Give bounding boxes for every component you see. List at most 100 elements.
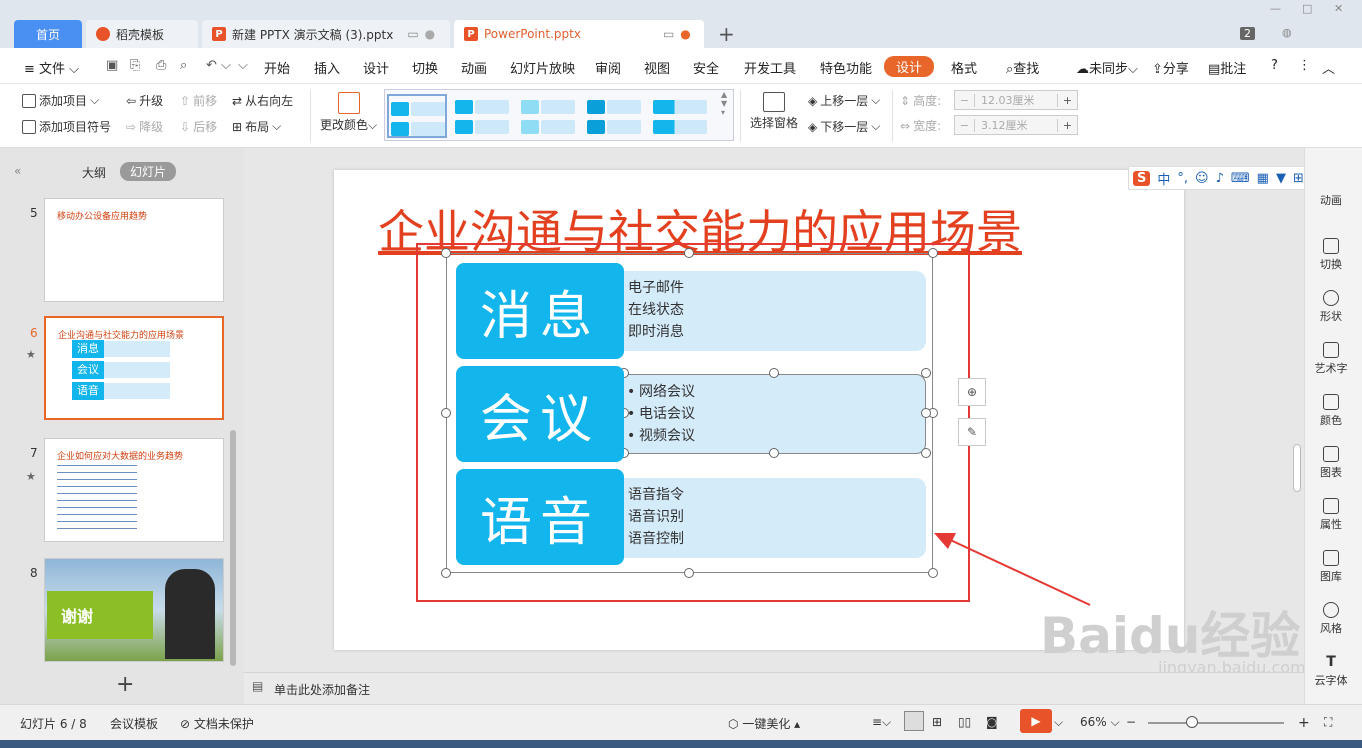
resize-handle[interactable] [928,248,938,258]
zoom-out-icon[interactable]: − [1126,715,1136,729]
monitor-icon[interactable]: ▭ [663,27,674,41]
style-option-1[interactable] [387,94,447,138]
category-box[interactable]: 语音 [456,469,624,565]
resize-handle[interactable] [441,408,451,418]
pane-wordart[interactable]: 艺术字 [1305,342,1357,376]
pane-cloud-font[interactable]: T 云字体 [1305,654,1357,688]
style-option-4[interactable] [585,94,645,138]
reading-view-icon[interactable]: ▯▯ [958,715,971,729]
more-icon[interactable]: ⋮ [1298,58,1311,73]
slide-thumb-7[interactable]: 企业如何应对大数据的业务趋势 [44,438,224,542]
tab-docer-templates[interactable]: 稻壳模板 [86,20,198,48]
normal-view-icon[interactable] [904,711,924,731]
menu-features[interactable]: 特色功能 [820,58,872,77]
menu-slideshow[interactable]: 幻灯片放映 [510,58,575,77]
emoji-icon[interactable]: ☺ [1195,171,1209,186]
list-item-box[interactable]: 电子邮件 在线状态 即时消息 [610,271,926,351]
tab-new-pptx[interactable]: P 新建 PPTX 演示文稿 (3).pptx ▭ ● [202,20,450,48]
fit-window-icon[interactable]: ⛶ [1324,715,1332,730]
style-option-2[interactable] [453,94,513,138]
width-value[interactable]: 3.12厘米 [975,117,1057,133]
resize-handle[interactable] [684,248,694,258]
width-decrement[interactable]: − [955,118,975,132]
sorter-view-icon[interactable]: ⊞ [932,715,942,729]
bring-forward-button[interactable]: ◈ 上移一层 ⌵ [808,92,880,109]
beautify-button[interactable]: ⬡ 一键美化 ▴ [728,715,800,732]
collapse-ribbon-icon[interactable]: ︿ [1322,58,1335,77]
width-stepper[interactable]: −3.12厘米 + [954,115,1078,135]
add-slide-icon[interactable]: + [116,672,134,697]
tab-close-dot-icon[interactable]: ● [425,27,435,41]
window-count-badge[interactable]: 2 [1240,27,1255,40]
menu-home[interactable]: 开始 [264,58,290,77]
style-option-3[interactable] [519,94,579,138]
tab-outline[interactable]: 大纲 [82,164,106,181]
export-icon[interactable]: ⎘ [130,58,140,73]
menu-insert[interactable]: 插入 [314,58,340,77]
presenter-view-icon[interactable]: ◙ [986,715,998,729]
pane-color[interactable]: 颜色 [1305,394,1357,428]
width-increment[interactable]: + [1057,118,1077,132]
menu-animation[interactable]: 动画 [461,58,487,77]
template-name[interactable]: 会议模板 [110,715,158,732]
help-button[interactable]: ? [1271,58,1278,73]
zoom-level[interactable]: 66% ⌵ [1080,715,1120,730]
pane-chart[interactable]: 图表 [1305,446,1357,480]
pane-style[interactable]: 风格 [1305,602,1357,636]
resize-handle[interactable] [921,408,931,418]
gallery-scroll-icon[interactable]: ▲ ▼ ▾ [721,90,731,140]
menu-security[interactable]: 安全 [693,58,719,77]
height-decrement[interactable]: − [955,93,975,107]
toolbox-icon[interactable]: ▦ [1257,171,1269,186]
resize-handle[interactable] [921,448,931,458]
menu-view[interactable]: 视图 [644,58,670,77]
pane-shapes[interactable]: 形状 [1305,290,1357,324]
avatar-icon[interactable]: ◍ [1282,26,1292,39]
unsaved-dot-icon[interactable]: ● [680,27,690,41]
resize-handle[interactable] [441,248,451,258]
send-backward-button[interactable]: ◈ 下移一层 ⌵ [808,118,880,135]
pen-float-icon[interactable]: ✎ [958,418,986,446]
add-shape-float-icon[interactable]: ⊕ [958,378,986,406]
ime-punct-toggle[interactable]: °, [1177,171,1188,186]
comment-button[interactable]: ▤批注 [1208,58,1246,77]
zoom-slider[interactable] [1148,722,1284,724]
upgrade-button[interactable]: ⇦ 升级 [126,92,163,109]
tab-slides[interactable]: 幻灯片 [120,162,177,181]
change-color-button[interactable]: 更改颜色⌵ [320,92,377,133]
category-box[interactable]: 会议 [456,366,624,462]
protect-status[interactable]: ⊘ 文档未保护 [180,715,254,732]
keyboard-icon[interactable]: ⌨ [1231,171,1250,186]
slide-thumb-6[interactable]: 企业沟通与社交能力的应用场景 消息 会议 语音 [44,316,224,420]
height-increment[interactable]: + [1057,93,1077,107]
align-icon[interactable]: ≡⌵ [872,715,891,730]
grid-icon[interactable]: ⊞ [1293,171,1304,186]
undo-icon[interactable]: ↶ ⌵ [206,58,231,73]
height-value[interactable]: 12.03厘米 [975,92,1057,108]
sync-button[interactable]: ☁未同步⌵ [1076,58,1138,77]
zoom-slider-thumb[interactable] [1186,716,1198,728]
ime-lang-toggle[interactable]: 中 [1157,169,1170,188]
save-icon[interactable]: ▣ [106,58,118,73]
selection-pane-button[interactable]: 选择窗格 [750,92,798,131]
pane-gallery[interactable]: 图库 [1305,550,1357,584]
skin-icon[interactable]: ▼ [1276,171,1286,186]
menu-design[interactable]: 设计 [363,58,389,77]
list-item-box-selected[interactable]: 网络会议 电话会议 视频会议 [610,374,926,454]
redo-icon[interactable]: ⌵ [238,58,248,73]
downgrade-button[interactable]: ⇨ 降级 [126,118,163,135]
close-window-icon[interactable]: ✕ [1334,2,1343,15]
preview-icon[interactable]: ⌕ [180,58,187,73]
pane-properties[interactable]: 属性 [1305,498,1357,532]
menu-transition[interactable]: 切换 [412,58,438,77]
zoom-in-icon[interactable]: + [1298,715,1310,731]
add-tab-button[interactable]: + [718,22,735,46]
tab-home[interactable]: 首页 [14,20,82,48]
right-to-left-button[interactable]: ⇄ 从右向左 [232,92,293,109]
list-item-box[interactable]: 语音指令 语音识别 语音控制 [610,478,926,558]
pane-transition[interactable]: 切换 [1305,238,1357,272]
slide-thumb-5[interactable]: 移动办公设备应用趋势 [44,198,224,302]
move-backward-button[interactable]: ⇩ 后移 [180,118,217,135]
maximize-icon[interactable]: □ [1302,2,1312,15]
microphone-icon[interactable]: ♪ [1216,171,1224,186]
